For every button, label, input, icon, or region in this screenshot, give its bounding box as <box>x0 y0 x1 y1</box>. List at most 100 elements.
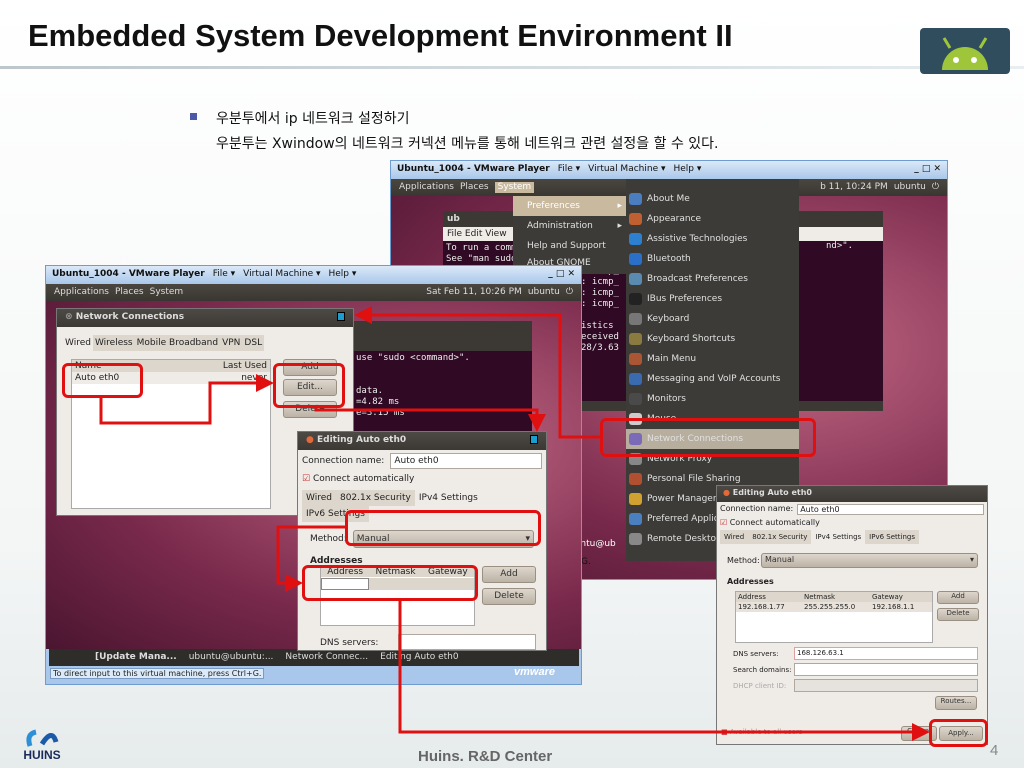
dns-label: DNS servers: <box>733 650 779 658</box>
taskbar-item[interactable]: ubuntu@ubuntu:... <box>189 652 274 663</box>
column-header[interactable]: Address <box>738 593 804 601</box>
tab-wired[interactable]: Wired <box>302 490 336 506</box>
pref-icon <box>629 353 642 365</box>
tab-mobile-broadband[interactable]: Mobile Broadband <box>134 335 221 351</box>
menu-file[interactable]: File ▾ <box>558 164 580 176</box>
panel-user[interactable]: ubuntu <box>528 287 560 298</box>
menu-item-main-menu[interactable]: Main Menu <box>626 349 799 369</box>
taskbar: [Update Mana... ubuntu@ubuntu:... Network … <box>49 649 579 666</box>
available-all-users[interactable]: ■ Available to all users <box>721 728 802 736</box>
add-button[interactable]: Add <box>482 566 536 583</box>
panel-system[interactable]: System <box>150 287 184 298</box>
tab-8021x[interactable]: 802.1x Security <box>748 530 812 544</box>
menu-file[interactable]: File ▾ <box>213 269 235 281</box>
power-icon[interactable]: ⏻ <box>932 182 939 193</box>
search-domains-input[interactable] <box>794 663 978 676</box>
menu-item-keyboard-shortcuts[interactable]: Keyboard Shortcuts <box>626 329 799 349</box>
menu-item-ibus-preferences[interactable]: IBus Preferences <box>626 289 799 309</box>
menu-item-administration[interactable]: Administration ▸ <box>513 216 626 236</box>
panel-system[interactable]: System <box>494 182 535 193</box>
add-button[interactable]: Add <box>937 591 979 604</box>
panel-places[interactable]: Places <box>460 182 489 193</box>
bullet-text: 우분투에서 ip 네트워크 설정하기 <box>216 111 410 127</box>
connection-name-input[interactable]: Auto eth0 <box>390 453 542 469</box>
menu-item-appearance[interactable]: Appearance <box>626 209 799 229</box>
dns-input[interactable]: 168.126.63.1 <box>794 647 978 660</box>
window-controls[interactable]: _ □ ✕ <box>914 164 941 176</box>
netconn-title: ⊗ Network Connections <box>57 309 353 327</box>
tab-ipv4[interactable]: IPv4 Settings <box>811 530 866 544</box>
menu-item-assistive-technologies[interactable]: Assistive Technologies <box>626 229 799 249</box>
status-fragment: G. <box>581 557 591 567</box>
delete-button[interactable]: Delete <box>937 608 979 621</box>
window-title: Ubuntu_1004 - VMware Player <box>52 269 205 279</box>
connection-name-input[interactable]: Auto eth0 <box>797 504 984 515</box>
tab-vpn[interactable]: VPN <box>220 335 243 351</box>
dns-label: DNS servers: <box>320 638 379 648</box>
delete-button[interactable]: Delete <box>482 588 536 605</box>
menu-item-broadcast-preferences[interactable]: Broadcast Preferences <box>626 269 799 289</box>
menu-label: Appearance <box>647 214 702 224</box>
huins-logo: HUINS <box>22 726 62 762</box>
menu-item-messaging-and-voip-accounts[interactable]: Messaging and VoIP Accounts <box>626 369 799 389</box>
panel-places[interactable]: Places <box>115 287 144 298</box>
menu-label: Broadcast Preferences <box>647 274 748 284</box>
panel-user[interactable]: ubuntu <box>894 182 926 193</box>
panel-applications[interactable]: Applications <box>54 287 109 298</box>
gnome-panel: Applications Places System Sat Feb 11, 10:2… <box>46 284 581 301</box>
dhcp-client-id-input <box>794 679 978 692</box>
menu-virtual-machine[interactable]: Virtual Machine ▾ <box>243 269 320 281</box>
routes-button[interactable]: Routes... <box>935 696 977 710</box>
tab-ipv6[interactable]: IPv6 Settings <box>865 530 919 544</box>
menu-label: Power Manager <box>647 494 717 504</box>
pref-icon <box>629 333 642 345</box>
menu-item-keyboard[interactable]: Keyboard <box>626 309 799 329</box>
tab-wired[interactable]: Wired <box>63 335 93 351</box>
table-row[interactable]: 192.168.1.77 255.255.255.0 192.168.1.1 <box>736 602 932 612</box>
front-vmware-window: Ubuntu_1004 - VMware Player File ▾ Virtual… <box>45 265 582 685</box>
system-menu: Preferences ▸ Administration ▸ Help and S… <box>513 196 626 274</box>
tab-dsl[interactable]: DSL <box>242 335 265 351</box>
method-select[interactable]: Manual ▾ <box>761 553 978 568</box>
column-header[interactable]: Gateway <box>872 593 903 601</box>
taskbar-item[interactable]: [Update Mana... <box>95 652 177 663</box>
back-title-bar: Ubuntu_1004 - VMware Player File ▾ Virtual… <box>391 161 947 179</box>
menu-help[interactable]: Help ▾ <box>328 269 356 281</box>
tab-8021x[interactable]: 802.1x Security <box>335 490 415 506</box>
menu-item-help[interactable]: Help and Support <box>513 236 626 256</box>
dns-input[interactable] <box>398 634 536 650</box>
taskbar-item[interactable]: Network Connec... <box>285 652 368 663</box>
menu-virtual-machine[interactable]: Virtual Machine ▾ <box>588 164 665 176</box>
menu-item-about-me[interactable]: About Me <box>626 189 799 209</box>
panel-clock: Sat Feb 11, 10:26 PM <box>426 287 522 297</box>
highlight-method <box>345 510 541 546</box>
checkbox-icon[interactable]: ☑ <box>302 474 310 484</box>
menu-item-preferences[interactable]: Preferences ▸ <box>513 196 626 216</box>
checkbox-icon[interactable]: ☑ <box>720 518 727 527</box>
tab-wired[interactable]: Wired <box>720 530 749 544</box>
window-title: Editing Auto eth0 <box>732 488 812 497</box>
terminal-line: istics <box>581 321 614 331</box>
menu-label: Keyboard Shortcuts <box>647 334 736 344</box>
pref-icon <box>629 293 642 305</box>
panel-applications[interactable]: Applications <box>399 182 454 193</box>
terminal-line: nd>". <box>826 241 854 251</box>
tab-wireless[interactable]: Wireless <box>92 335 135 351</box>
terminal-line: : icmp_ <box>581 277 619 287</box>
menu-label: Assistive Technologies <box>647 234 748 244</box>
terminal-line: data. <box>356 386 384 396</box>
menu-label: Main Menu <box>647 354 697 364</box>
column-header[interactable]: Netmask <box>804 593 872 601</box>
tab-ipv4[interactable]: IPv4 Settings <box>414 490 482 506</box>
terminal-line: use "sudo <command>". <box>356 353 470 363</box>
window-controls[interactable]: _ □ ✕ <box>548 269 575 281</box>
taskbar-item[interactable]: Editing Auto eth0 <box>380 652 458 663</box>
cell: 255.255.255.0 <box>804 603 856 611</box>
menu-help[interactable]: Help ▾ <box>673 164 701 176</box>
column-header[interactable]: Last Used <box>223 361 267 371</box>
cell: 192.168.1.77 <box>738 603 785 611</box>
menu-item-monitors[interactable]: Monitors <box>626 389 799 409</box>
menu-label: Administration <box>527 221 593 231</box>
menu-item-bluetooth[interactable]: Bluetooth <box>626 249 799 269</box>
power-icon[interactable]: ⏻ <box>566 287 573 298</box>
